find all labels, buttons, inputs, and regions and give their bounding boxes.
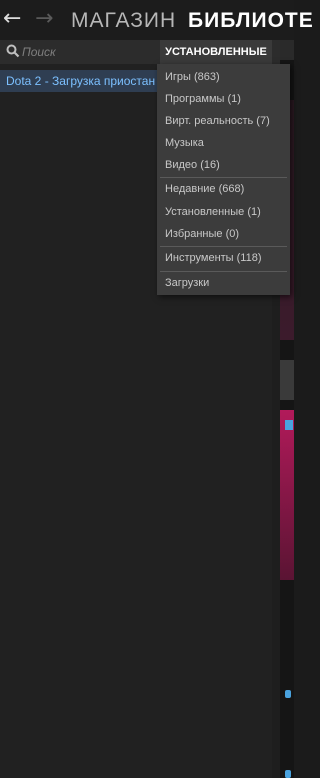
search-icon <box>6 44 20 58</box>
menu-item-installed[interactable]: Установленные (1) <box>165 205 261 219</box>
arrow-right-icon[interactable]: → <box>35 8 53 30</box>
menu-item-software[interactable]: Программы (1) <box>165 92 241 106</box>
nav-store[interactable]: МАГАЗИН <box>71 9 176 33</box>
arrow-left-icon[interactable]: ← <box>3 8 21 30</box>
filter-dropdown-button[interactable]: УСТАНОВЛЕННЫЕ <box>160 40 272 64</box>
filter-dropdown-menu: Игры (863) Программы (1) Вирт. реальност… <box>157 64 290 295</box>
search-bar: УСТАНОВЛЕННЫЕ <box>0 40 280 64</box>
menu-item-downloads[interactable]: Загрузки <box>165 276 209 290</box>
menu-item-vr[interactable]: Вирт. реальность (7) <box>165 114 270 128</box>
game-title: Dota 2 - Загрузка приостан <box>6 74 156 88</box>
menu-divider <box>160 177 287 178</box>
menu-item-tools[interactable]: Инструменты (118) <box>165 251 262 265</box>
menu-item-favorites[interactable]: Избранные (0) <box>165 227 239 241</box>
menu-item-games[interactable]: Игры (863) <box>165 70 220 84</box>
content-marker <box>285 690 291 698</box>
content-bar <box>280 360 294 400</box>
menu-divider <box>160 246 287 247</box>
top-nav: ← → МАГАЗИН БИБЛИОТЕ <box>0 0 313 40</box>
menu-item-video[interactable]: Видео (16) <box>165 158 220 172</box>
content-badge <box>285 420 293 430</box>
content-header <box>280 40 294 60</box>
game-artwork[interactable] <box>280 410 294 580</box>
search-input[interactable] <box>22 43 152 60</box>
content-marker <box>285 770 291 778</box>
nav-library[interactable]: БИБЛИОТЕ <box>188 9 314 33</box>
menu-item-recent[interactable]: Недавние (668) <box>165 182 244 196</box>
menu-item-music[interactable]: Музыка <box>165 136 204 150</box>
menu-divider <box>160 271 287 272</box>
